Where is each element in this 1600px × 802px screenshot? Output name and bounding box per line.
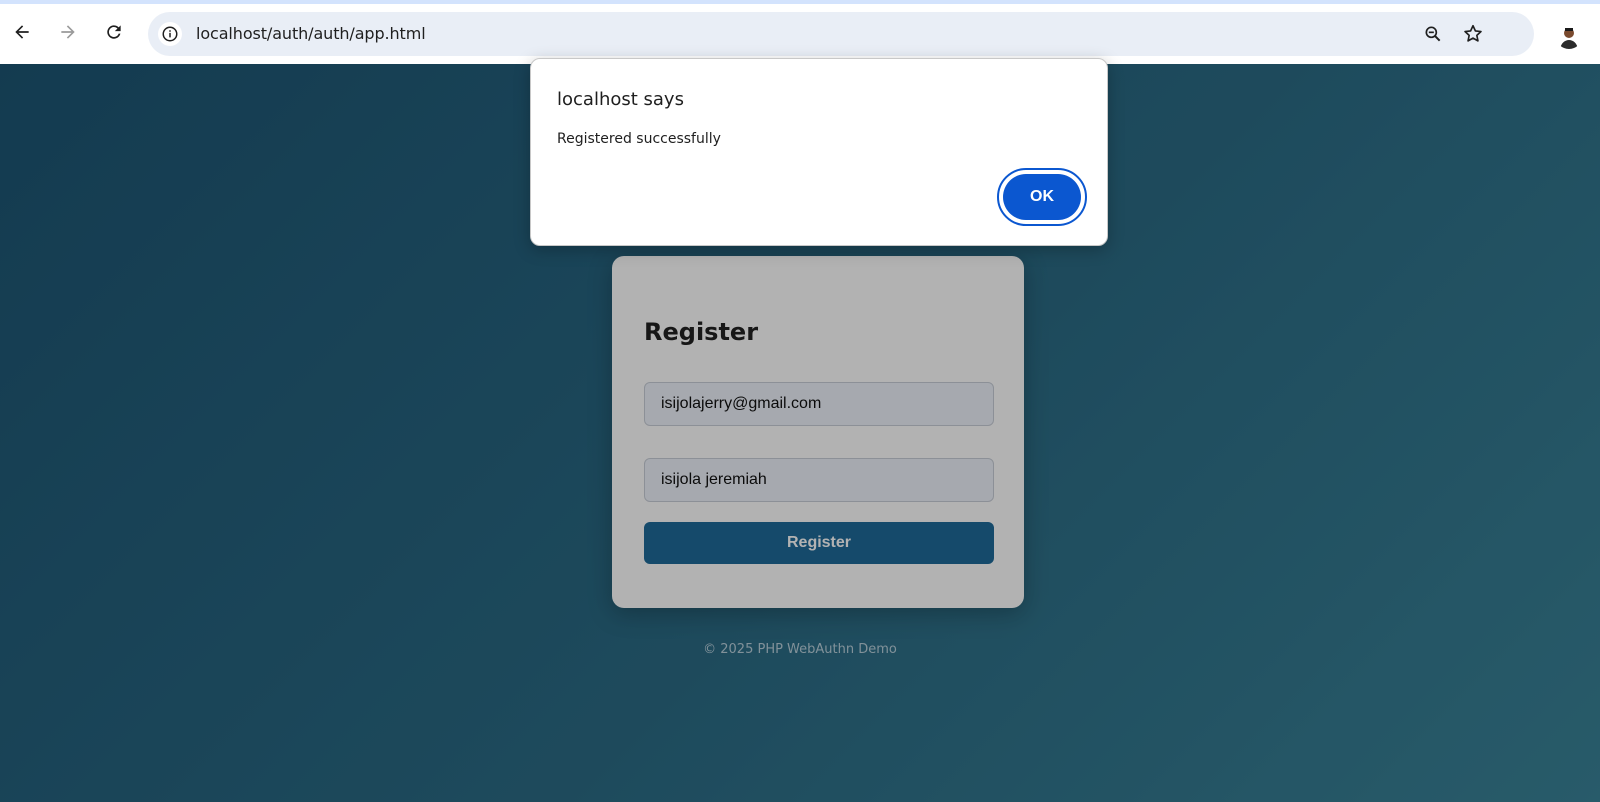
- zoom-icon[interactable]: [1422, 23, 1444, 45]
- ok-button[interactable]: OK: [1003, 174, 1081, 220]
- dialog-message: Registered successfully: [557, 131, 721, 147]
- site-info-icon[interactable]: [158, 22, 182, 46]
- browser-toolbar: localhost/auth/auth/app.html: [0, 4, 1600, 64]
- forward-arrow-icon: [61, 25, 75, 39]
- address-bar[interactable]: localhost/auth/auth/app.html: [148, 12, 1534, 56]
- back-button[interactable]: [8, 18, 36, 46]
- ok-focus-ring: OK: [997, 168, 1087, 226]
- alert-dialog: localhost says Registered successfully O…: [530, 58, 1108, 246]
- bookmark-star-icon[interactable]: [1462, 23, 1484, 45]
- profile-avatar-icon[interactable]: [1556, 23, 1582, 49]
- url-text[interactable]: localhost/auth/auth/app.html: [196, 24, 426, 43]
- forward-button[interactable]: [54, 18, 82, 46]
- dialog-title: localhost says: [557, 89, 684, 110]
- back-arrow-icon: [15, 25, 29, 39]
- reload-icon: [107, 25, 121, 39]
- reload-button[interactable]: [100, 18, 128, 46]
